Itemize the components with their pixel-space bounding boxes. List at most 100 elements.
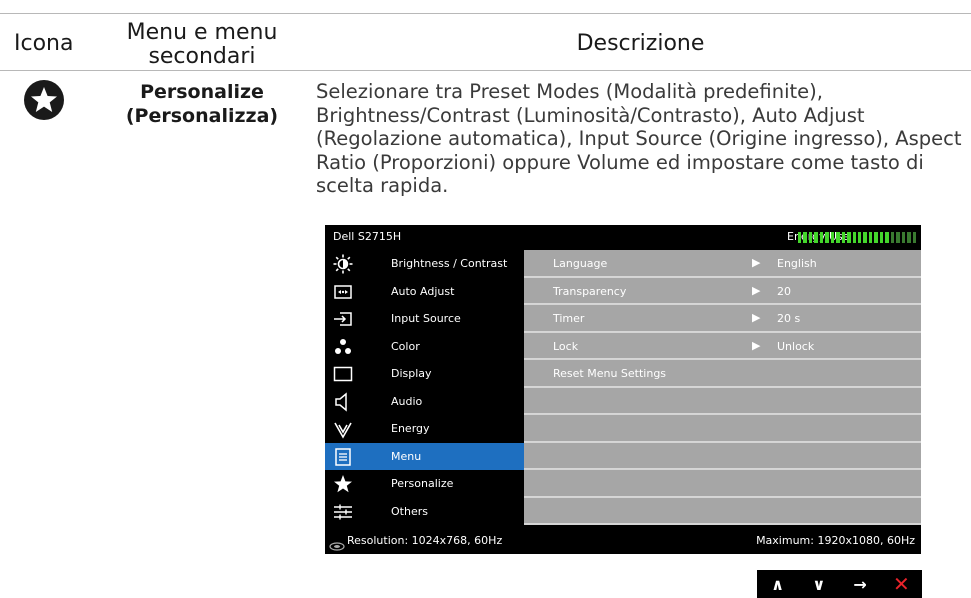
color-icon xyxy=(333,337,353,357)
energy-segment xyxy=(803,232,807,243)
star-icon xyxy=(333,474,353,494)
brightness-icon xyxy=(333,254,353,274)
row-menu-name: Personalize (Personalizza) xyxy=(100,80,304,128)
menu-item-brightness-contrast[interactable]: Brightness / Contrast xyxy=(325,250,524,278)
energy-icon xyxy=(333,419,353,439)
input-source-icon xyxy=(333,309,353,329)
osd-title: Dell S2715H xyxy=(333,230,402,243)
menu-item-label: Audio xyxy=(391,394,423,408)
energy-segment xyxy=(847,232,851,243)
submenu-value: 20 xyxy=(777,284,791,298)
menu-icon xyxy=(333,447,353,467)
submenu-arrow: ▶ xyxy=(752,283,761,297)
energy-segment xyxy=(852,232,856,243)
close-icon[interactable]: ✕ xyxy=(881,570,922,598)
submenu-label: Timer xyxy=(553,312,585,325)
submenu-empty-row xyxy=(524,442,921,469)
osd-nav-buttons: ∧ ∨ → ✕ xyxy=(757,570,922,598)
menu-item-display[interactable]: Display xyxy=(325,360,524,388)
menu-item-label: Personalize xyxy=(391,477,454,491)
down-icon[interactable]: ∨ xyxy=(798,570,839,598)
menu-item-energy[interactable]: Energy xyxy=(325,415,524,443)
submenu-arrow: ▶ xyxy=(752,256,761,269)
resolution-text: Resolution: 1024x768, 60Hz xyxy=(347,534,503,547)
menu-item-personalize[interactable]: Personalize xyxy=(325,470,524,498)
submenu-value: 20 s xyxy=(777,312,801,325)
submenu-value: Unlock xyxy=(777,339,815,353)
submenu-value: English xyxy=(777,257,817,270)
menu-item-label: Energy xyxy=(391,422,430,436)
osd-window: Dell S2715H Energy Use Brightness / Cont… xyxy=(325,225,921,554)
osd-footer: Resolution: 1024x768, 60Hz Maximum: 1920… xyxy=(325,527,921,554)
menu-item-label: Display xyxy=(391,367,432,381)
osd-submenu: Language ▶ English Transparency ▶ 20 Tim… xyxy=(524,250,921,525)
submenu-arrow: ▶ xyxy=(752,311,761,324)
others-icon xyxy=(333,502,353,522)
resolution-icon xyxy=(329,536,345,551)
submenu-item-lock[interactable]: Lock ▶ Unlock xyxy=(524,332,921,359)
energy-segment xyxy=(901,232,906,243)
menu-item-label: Auto Adjust xyxy=(391,284,455,298)
submenu-item-language[interactable]: Language ▶ English xyxy=(524,250,921,277)
speaker-icon xyxy=(333,391,353,412)
header-description: Descrizione xyxy=(576,31,705,56)
energy-segment xyxy=(825,232,829,243)
energy-segment xyxy=(896,232,900,243)
energy-segment xyxy=(814,232,818,243)
menu-item-others[interactable]: Others xyxy=(325,498,524,526)
submenu-label: Reset Menu Settings xyxy=(553,367,667,380)
energy-segment xyxy=(808,232,813,243)
menu-item-label: Others xyxy=(391,504,428,518)
submenu-label: Lock xyxy=(553,339,579,353)
submenu-arrow: ▶ xyxy=(752,338,761,352)
energy-segment xyxy=(885,232,889,243)
osd-main-menu: Brightness / Contrast Auto Adjust Input … xyxy=(325,250,524,525)
submenu-empty-row xyxy=(524,415,921,442)
display-icon xyxy=(333,364,353,384)
submenu-item-transparency[interactable]: Transparency ▶ 20 xyxy=(524,277,921,304)
submenu-label: Transparency xyxy=(553,284,627,298)
energy-segment xyxy=(874,232,878,243)
header-rule xyxy=(0,70,971,71)
menu-item-audio[interactable]: Audio xyxy=(325,388,524,416)
auto-adjust-icon xyxy=(333,282,353,302)
header-icon: Icona xyxy=(14,31,74,56)
energy-segment xyxy=(819,232,824,243)
submenu-empty-row xyxy=(524,470,921,497)
energy-segment xyxy=(912,232,916,243)
menu-item-label: Menu xyxy=(391,449,422,463)
menu-item-label: Color xyxy=(391,339,420,353)
menu-item-input-source[interactable]: Input Source xyxy=(325,305,524,333)
menu-item-label: Input Source xyxy=(391,312,461,326)
row-name-line1: Personalize xyxy=(140,81,264,103)
energy-segment xyxy=(863,232,867,243)
energy-segment xyxy=(830,232,835,243)
energy-segment xyxy=(868,232,873,243)
submenu-label: Language xyxy=(553,257,608,270)
up-icon[interactable]: ∧ xyxy=(757,570,798,598)
energy-segment xyxy=(890,232,895,243)
submenu-item-reset-menu-settings[interactable]: Reset Menu Settings xyxy=(524,360,921,387)
energy-segment xyxy=(798,232,802,243)
submenu-empty-row xyxy=(524,387,921,414)
table-top-rule xyxy=(0,13,971,14)
star-circle-icon xyxy=(23,79,65,121)
energy-segment xyxy=(836,232,840,243)
menu-item-auto-adjust[interactable]: Auto Adjust xyxy=(325,278,524,306)
max-resolution-text: Maximum: 1920x1080, 60Hz xyxy=(756,534,915,547)
energy-segment xyxy=(879,232,884,243)
submenu-empty-row xyxy=(524,497,921,524)
submenu-item-timer[interactable]: Timer ▶ 20 s xyxy=(524,305,921,332)
menu-item-menu[interactable]: Menu xyxy=(325,442,524,470)
menu-item-color[interactable]: Color xyxy=(325,333,524,361)
energy-meter xyxy=(798,232,916,243)
right-arrow-icon[interactable]: → xyxy=(840,570,881,598)
row-description: Selezionare tra Preset Modes (Modalità p… xyxy=(316,80,962,197)
energy-segment xyxy=(841,232,846,243)
menu-item-label: Brightness / Contrast xyxy=(391,257,508,271)
osd-title-bar: Dell S2715H Energy Use xyxy=(325,225,921,250)
energy-segment xyxy=(857,232,862,243)
energy-segment xyxy=(907,232,911,243)
header-menu: Menu e menu secondari xyxy=(126,20,278,69)
row-name-line2: (Personalizza) xyxy=(125,105,279,127)
